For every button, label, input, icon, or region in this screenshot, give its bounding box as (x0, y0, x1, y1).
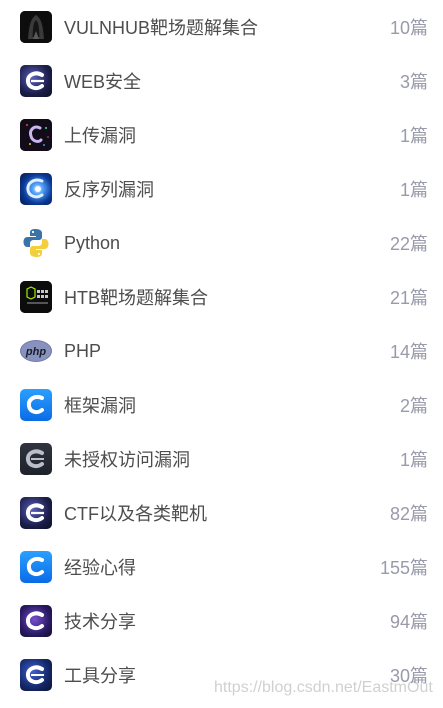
category-name: 框架漏洞 (64, 396, 136, 416)
category-name: Python (64, 232, 121, 253)
category-item-framework-vuln[interactable]: 框架漏洞 2篇 (0, 378, 443, 432)
csdn-c-purple-icon (20, 605, 52, 637)
article-count: 22篇 (389, 234, 428, 254)
article-count: 14篇 (389, 342, 428, 362)
category-name: PHP (64, 340, 102, 361)
article-count: 82篇 (389, 504, 428, 524)
category-item-deserialization-vuln[interactable]: 反序列漏洞 1篇 (0, 162, 443, 216)
category-item-php[interactable]: php PHP 14篇 (0, 324, 443, 378)
article-count: 155篇 (379, 558, 428, 578)
bug-art-icon (20, 119, 52, 151)
article-count: 1篇 (399, 450, 428, 470)
category-name: HTB靶场题解集合 (64, 288, 208, 308)
category-name: 工具分享 (64, 666, 136, 686)
article-count: 2篇 (399, 396, 428, 416)
hooded-figure-icon (20, 11, 52, 43)
php-logo-icon: php (20, 335, 52, 367)
article-count: 1篇 (399, 180, 428, 200)
blue-light-c-icon (20, 173, 52, 205)
category-name: 技术分享 (64, 612, 136, 632)
category-name: 未授权访问漏洞 (64, 450, 190, 470)
svg-text:php: php (25, 346, 46, 358)
article-count: 21篇 (389, 288, 428, 308)
csdn-c-logo-icon (20, 65, 52, 97)
category-item-htb[interactable]: HTB靶场题解集合 21篇 (0, 270, 443, 324)
csdn-c-blue-icon (20, 389, 52, 421)
category-name: 经验心得 (64, 558, 136, 578)
hackthebox-icon (20, 281, 52, 313)
python-logo-icon (20, 227, 52, 259)
category-name: 上传漏洞 (64, 126, 136, 146)
watermark-url: https://blog.csdn.net/EastmOut (214, 679, 433, 696)
csdn-c-logo-icon (20, 497, 52, 529)
article-count: 94篇 (389, 612, 428, 632)
category-item-python[interactable]: Python 22篇 (0, 216, 443, 270)
category-item-experience[interactable]: 经验心得 155篇 (0, 540, 443, 594)
csdn-c-grey-icon (20, 443, 52, 475)
category-item-unauthorized-access[interactable]: 未授权访问漏洞 1篇 (0, 432, 443, 486)
article-count: 3篇 (399, 72, 428, 92)
category-name: VULNHUB靶场题解集合 (64, 18, 259, 38)
article-count: 1篇 (399, 126, 428, 146)
category-item-tech-sharing[interactable]: 技术分享 94篇 (0, 594, 443, 648)
category-item-web-security[interactable]: WEB安全 3篇 (0, 54, 443, 108)
category-item-vulnhub[interactable]: VULNHUB靶场题解集合 10篇 (0, 0, 443, 54)
article-count: 10篇 (389, 18, 428, 38)
category-name: CTF以及各类靶机 (64, 504, 207, 524)
category-name: WEB安全 (64, 72, 142, 92)
category-item-upload-vuln[interactable]: 上传漏洞 1篇 (0, 108, 443, 162)
csdn-c-navy-icon (20, 659, 52, 691)
category-item-ctf[interactable]: CTF以及各类靶机 82篇 (0, 486, 443, 540)
category-list: VULNHUB靶场题解集合 10篇 WEB安全 3篇 上传漏洞 1篇 反序列漏洞… (0, 0, 443, 702)
category-name: 反序列漏洞 (64, 180, 154, 200)
csdn-c-cyan-icon (20, 551, 52, 583)
